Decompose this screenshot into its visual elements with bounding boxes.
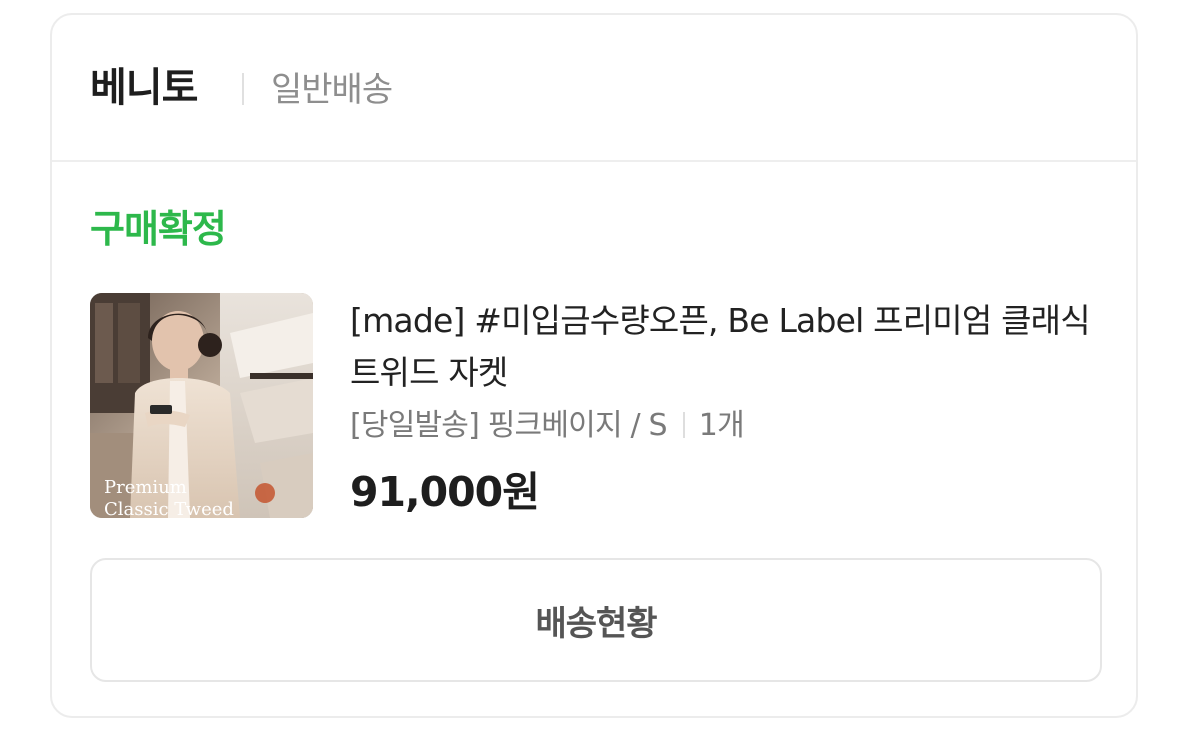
product-option-row: [당일발송] 핑크베이지 / S 1개 bbox=[350, 404, 745, 448]
track-delivery-button[interactable]: 배송현황 bbox=[90, 558, 1102, 682]
product-option: [당일발송] 핑크베이지 / S bbox=[350, 408, 668, 443]
thumbnail-caption-line2: Classic Tweed bbox=[104, 499, 234, 518]
header-divider bbox=[242, 73, 244, 105]
product-quantity: 1개 bbox=[698, 408, 745, 443]
product-price: 91,000원 bbox=[350, 468, 540, 516]
product-thumbnail[interactable]: Premium Classic Tweed bbox=[90, 293, 313, 518]
order-card-header: 베니토 일반배송 bbox=[52, 15, 1136, 162]
option-divider bbox=[682, 412, 685, 438]
order-card: 베니토 일반배송 구매확정 Premium Classic Tweed [mad… bbox=[50, 13, 1138, 718]
thumbnail-caption-line1: Premium bbox=[104, 477, 187, 498]
product-title[interactable]: [made] #미입금수량오픈, Be Label 프리미엄 클래식 트위드 자… bbox=[350, 295, 1091, 399]
order-status-label: 구매확정 bbox=[90, 207, 227, 251]
product-photo-graphic: Premium Classic Tweed bbox=[90, 293, 313, 518]
store-name[interactable]: 베니토 bbox=[90, 63, 198, 113]
shipping-type-label: 일반배송 bbox=[271, 70, 393, 110]
